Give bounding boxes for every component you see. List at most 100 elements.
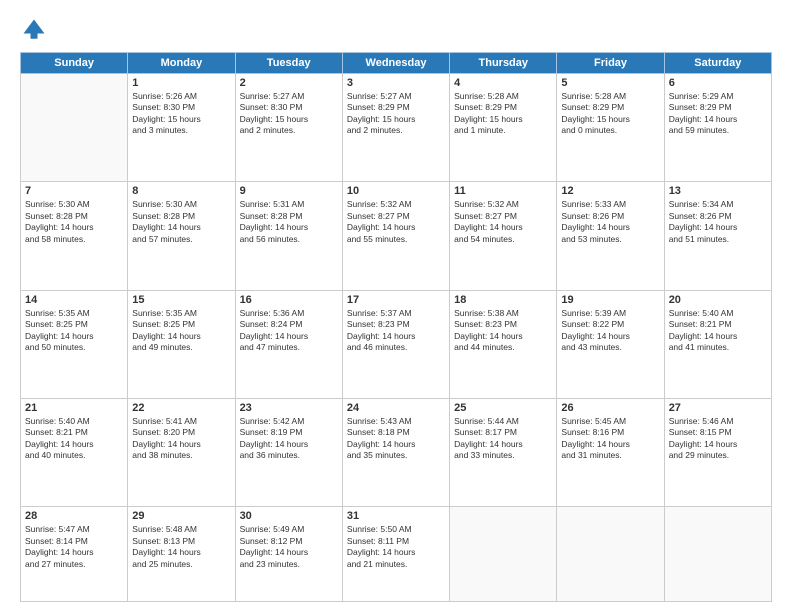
calendar-cell: 14 Sunrise: 5:35 AM Sunset: 8:25 PM Dayli… xyxy=(21,290,128,398)
day-number: 20 xyxy=(669,294,767,306)
day-info: Sunrise: 5:37 AM Sunset: 8:23 PM Dayligh… xyxy=(347,308,445,354)
day-number: 14 xyxy=(25,294,123,306)
calendar-cell: 16 Sunrise: 5:36 AM Sunset: 8:24 PM Dayli… xyxy=(235,290,342,398)
calendar-cell: 29 Sunrise: 5:48 AM Sunset: 8:13 PM Dayli… xyxy=(128,507,235,602)
day-info: Sunrise: 5:28 AM Sunset: 8:29 PM Dayligh… xyxy=(561,91,659,137)
day-info: Sunrise: 5:45 AM Sunset: 8:16 PM Dayligh… xyxy=(561,416,659,462)
calendar-cell: 25 Sunrise: 5:44 AM Sunset: 8:17 PM Dayli… xyxy=(450,398,557,506)
day-number: 4 xyxy=(454,77,552,89)
day-number: 15 xyxy=(132,294,230,306)
day-number: 25 xyxy=(454,402,552,414)
calendar-table: SundayMondayTuesdayWednesdayThursdayFrid… xyxy=(20,52,772,602)
day-number: 16 xyxy=(240,294,338,306)
day-number: 18 xyxy=(454,294,552,306)
day-number: 3 xyxy=(347,77,445,89)
calendar-cell: 8 Sunrise: 5:30 AM Sunset: 8:28 PM Daylig… xyxy=(128,182,235,290)
day-number: 23 xyxy=(240,402,338,414)
day-number: 30 xyxy=(240,510,338,522)
day-number: 2 xyxy=(240,77,338,89)
day-info: Sunrise: 5:35 AM Sunset: 8:25 PM Dayligh… xyxy=(132,308,230,354)
day-info: Sunrise: 5:31 AM Sunset: 8:28 PM Dayligh… xyxy=(240,199,338,245)
day-info: Sunrise: 5:30 AM Sunset: 8:28 PM Dayligh… xyxy=(132,199,230,245)
day-info: Sunrise: 5:40 AM Sunset: 8:21 PM Dayligh… xyxy=(669,308,767,354)
weekday-header-wednesday: Wednesday xyxy=(342,53,449,74)
day-info: Sunrise: 5:32 AM Sunset: 8:27 PM Dayligh… xyxy=(454,199,552,245)
day-number: 28 xyxy=(25,510,123,522)
calendar-cell: 21 Sunrise: 5:40 AM Sunset: 8:21 PM Dayli… xyxy=(21,398,128,506)
day-info: Sunrise: 5:36 AM Sunset: 8:24 PM Dayligh… xyxy=(240,308,338,354)
calendar-cell: 4 Sunrise: 5:28 AM Sunset: 8:29 PM Daylig… xyxy=(450,74,557,182)
day-number: 31 xyxy=(347,510,445,522)
calendar-cell xyxy=(21,74,128,182)
weekday-header-thursday: Thursday xyxy=(450,53,557,74)
day-info: Sunrise: 5:40 AM Sunset: 8:21 PM Dayligh… xyxy=(25,416,123,462)
day-number: 8 xyxy=(132,185,230,197)
page: SundayMondayTuesdayWednesdayThursdayFrid… xyxy=(0,0,792,612)
day-number: 12 xyxy=(561,185,659,197)
calendar-cell: 18 Sunrise: 5:38 AM Sunset: 8:23 PM Dayli… xyxy=(450,290,557,398)
day-info: Sunrise: 5:35 AM Sunset: 8:25 PM Dayligh… xyxy=(25,308,123,354)
calendar-cell xyxy=(450,507,557,602)
calendar-cell: 27 Sunrise: 5:46 AM Sunset: 8:15 PM Dayli… xyxy=(664,398,771,506)
weekday-header-monday: Monday xyxy=(128,53,235,74)
day-number: 5 xyxy=(561,77,659,89)
calendar-week-1: 1 Sunrise: 5:26 AM Sunset: 8:30 PM Daylig… xyxy=(21,74,772,182)
calendar-cell xyxy=(664,507,771,602)
day-number: 17 xyxy=(347,294,445,306)
calendar-cell: 12Sunrise: 5:33 AM Sunset: 8:26 PM Dayli… xyxy=(557,182,664,290)
day-info: Sunrise: 5:27 AM Sunset: 8:29 PM Dayligh… xyxy=(347,91,445,137)
day-number: 19 xyxy=(561,294,659,306)
calendar-cell: 13Sunrise: 5:34 AM Sunset: 8:26 PM Dayli… xyxy=(664,182,771,290)
calendar-cell: 6 Sunrise: 5:29 AM Sunset: 8:29 PM Daylig… xyxy=(664,74,771,182)
calendar-cell: 17 Sunrise: 5:37 AM Sunset: 8:23 PM Dayli… xyxy=(342,290,449,398)
calendar-cell: 3 Sunrise: 5:27 AM Sunset: 8:29 PM Daylig… xyxy=(342,74,449,182)
calendar-cell: 2 Sunrise: 5:27 AM Sunset: 8:30 PM Daylig… xyxy=(235,74,342,182)
calendar-cell: 9 Sunrise: 5:31 AM Sunset: 8:28 PM Daylig… xyxy=(235,182,342,290)
calendar-week-4: 21 Sunrise: 5:40 AM Sunset: 8:21 PM Dayli… xyxy=(21,398,772,506)
day-number: 1 xyxy=(132,77,230,89)
calendar-cell: 15 Sunrise: 5:35 AM Sunset: 8:25 PM Dayli… xyxy=(128,290,235,398)
day-info: Sunrise: 5:26 AM Sunset: 8:30 PM Dayligh… xyxy=(132,91,230,137)
day-number: 21 xyxy=(25,402,123,414)
day-number: 10 xyxy=(347,185,445,197)
day-info: Sunrise: 5:46 AM Sunset: 8:15 PM Dayligh… xyxy=(669,416,767,462)
calendar-week-2: 7 Sunrise: 5:30 AM Sunset: 8:28 PM Daylig… xyxy=(21,182,772,290)
day-info: Sunrise: 5:27 AM Sunset: 8:30 PM Dayligh… xyxy=(240,91,338,137)
calendar-week-5: 28 Sunrise: 5:47 AM Sunset: 8:14 PM Dayli… xyxy=(21,507,772,602)
calendar-cell: 20 Sunrise: 5:40 AM Sunset: 8:21 PM Dayli… xyxy=(664,290,771,398)
day-number: 11 xyxy=(454,185,552,197)
calendar-week-3: 14 Sunrise: 5:35 AM Sunset: 8:25 PM Dayli… xyxy=(21,290,772,398)
calendar-cell: 19 Sunrise: 5:39 AM Sunset: 8:22 PM Dayli… xyxy=(557,290,664,398)
weekday-header-saturday: Saturday xyxy=(664,53,771,74)
day-number: 22 xyxy=(132,402,230,414)
day-info: Sunrise: 5:43 AM Sunset: 8:18 PM Dayligh… xyxy=(347,416,445,462)
weekday-header-friday: Friday xyxy=(557,53,664,74)
calendar-cell: 30 Sunrise: 5:49 AM Sunset: 8:12 PM Dayli… xyxy=(235,507,342,602)
calendar-cell: 23 Sunrise: 5:42 AM Sunset: 8:19 PM Dayli… xyxy=(235,398,342,506)
day-number: 7 xyxy=(25,185,123,197)
day-info: Sunrise: 5:28 AM Sunset: 8:29 PM Dayligh… xyxy=(454,91,552,137)
day-info: Sunrise: 5:44 AM Sunset: 8:17 PM Dayligh… xyxy=(454,416,552,462)
day-info: Sunrise: 5:32 AM Sunset: 8:27 PM Dayligh… xyxy=(347,199,445,245)
calendar-cell: 22 Sunrise: 5:41 AM Sunset: 8:20 PM Dayli… xyxy=(128,398,235,506)
day-info: Sunrise: 5:49 AM Sunset: 8:12 PM Dayligh… xyxy=(240,524,338,570)
calendar-cell: 7Sunrise: 5:30 AM Sunset: 8:28 PM Daylig… xyxy=(21,182,128,290)
day-info: Sunrise: 5:42 AM Sunset: 8:19 PM Dayligh… xyxy=(240,416,338,462)
calendar-cell: 10 Sunrise: 5:32 AM Sunset: 8:27 PM Dayli… xyxy=(342,182,449,290)
day-number: 6 xyxy=(669,77,767,89)
calendar-cell: 11 Sunrise: 5:32 AM Sunset: 8:27 PM Dayli… xyxy=(450,182,557,290)
day-info: Sunrise: 5:47 AM Sunset: 8:14 PM Dayligh… xyxy=(25,524,123,570)
weekday-header-row: SundayMondayTuesdayWednesdayThursdayFrid… xyxy=(21,53,772,74)
day-info: Sunrise: 5:41 AM Sunset: 8:20 PM Dayligh… xyxy=(132,416,230,462)
day-info: Sunrise: 5:50 AM Sunset: 8:11 PM Dayligh… xyxy=(347,524,445,570)
logo-icon xyxy=(20,16,48,44)
day-info: Sunrise: 5:39 AM Sunset: 8:22 PM Dayligh… xyxy=(561,308,659,354)
day-info: Sunrise: 5:29 AM Sunset: 8:29 PM Dayligh… xyxy=(669,91,767,137)
day-info: Sunrise: 5:48 AM Sunset: 8:13 PM Dayligh… xyxy=(132,524,230,570)
day-number: 29 xyxy=(132,510,230,522)
day-number: 9 xyxy=(240,185,338,197)
day-info: Sunrise: 5:38 AM Sunset: 8:23 PM Dayligh… xyxy=(454,308,552,354)
calendar-cell: 5 Sunrise: 5:28 AM Sunset: 8:29 PM Daylig… xyxy=(557,74,664,182)
calendar-cell: 28 Sunrise: 5:47 AM Sunset: 8:14 PM Dayli… xyxy=(21,507,128,602)
day-number: 27 xyxy=(669,402,767,414)
